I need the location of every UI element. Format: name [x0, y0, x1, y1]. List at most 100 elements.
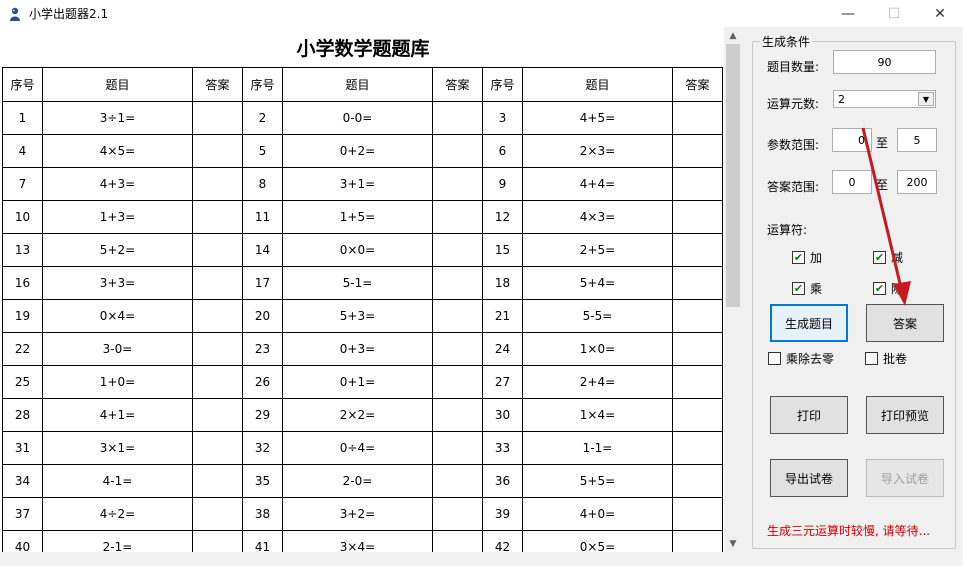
answer-cell[interactable]: [432, 464, 483, 498]
answer-cell[interactable]: [192, 398, 243, 432]
answer-min-input[interactable]: 0: [832, 170, 872, 194]
import-button[interactable]: 导入试卷: [866, 459, 944, 497]
question-cell: 2×2=: [282, 398, 433, 432]
answer-cell[interactable]: [192, 497, 243, 531]
scroll-down-icon[interactable]: ▼: [724, 535, 742, 552]
number-cell: 8: [242, 167, 283, 201]
answer-cell[interactable]: [192, 299, 243, 333]
answer-cell[interactable]: [192, 101, 243, 135]
answer-cell[interactable]: [192, 464, 243, 498]
answer-max-input[interactable]: 200: [897, 170, 937, 194]
answer-cell[interactable]: [672, 200, 723, 234]
maximize-button[interactable]: ☐: [871, 0, 917, 27]
export-button[interactable]: 导出试卷: [770, 459, 848, 497]
answer-cell[interactable]: [672, 266, 723, 300]
control-panel: 生成条件 题目数量: 90 运算元数: 2 ▼ 参数范围: 0 至 5 答案范围…: [742, 27, 963, 552]
number-cell: 29: [242, 398, 283, 432]
generate-button[interactable]: 生成题目: [770, 304, 848, 342]
number-cell: 40: [2, 530, 43, 552]
question-cell: 4+5=: [522, 101, 673, 135]
answer-cell[interactable]: [192, 200, 243, 234]
answer-cell[interactable]: [192, 431, 243, 465]
minimize-button[interactable]: —: [825, 0, 871, 27]
answer-cell[interactable]: [672, 398, 723, 432]
answer-cell[interactable]: [672, 167, 723, 201]
table-row: 37 4÷2= 38 3+2= 39 4+0=: [2, 497, 723, 531]
answer-cell[interactable]: [192, 332, 243, 366]
answer-cell[interactable]: [432, 431, 483, 465]
checkbox-empty-icon: [768, 352, 781, 365]
answer-range-label: 答案范围:: [767, 180, 820, 194]
question-cell: 0+2=: [282, 134, 433, 168]
op-mul-checkbox[interactable]: ✔ 乘: [792, 280, 822, 297]
chevron-down-icon[interactable]: ▼: [918, 92, 934, 106]
answer-cell[interactable]: [432, 134, 483, 168]
answer-cell[interactable]: [672, 134, 723, 168]
answer-cell[interactable]: [672, 233, 723, 267]
table-row: 40 2-1= 41 3×4= 42 0×5=: [2, 530, 723, 552]
op-sub-checkbox[interactable]: ✔ 减: [873, 249, 903, 266]
answer-cell[interactable]: [432, 497, 483, 531]
number-cell: 14: [242, 233, 283, 267]
answer-cell[interactable]: [432, 200, 483, 234]
nozero-checkbox[interactable]: 乘除去零: [768, 350, 834, 367]
answer-cell[interactable]: [672, 431, 723, 465]
print-button[interactable]: 打印: [770, 396, 848, 434]
number-cell: 11: [242, 200, 283, 234]
answer-cell[interactable]: [432, 266, 483, 300]
scroll-thumb[interactable]: [726, 44, 740, 307]
answer-cell[interactable]: [672, 530, 723, 552]
table-row: 19 0×4= 20 5+3= 21 5-5=: [2, 299, 723, 333]
answer-cell[interactable]: [672, 299, 723, 333]
scroll-up-icon[interactable]: ▲: [724, 27, 742, 44]
grade-checkbox[interactable]: 批卷: [865, 350, 907, 367]
answer-cell[interactable]: [192, 233, 243, 267]
answer-cell[interactable]: [672, 365, 723, 399]
table-row: 28 4+1= 29 2×2= 30 1×4=: [2, 398, 723, 432]
answer-cell[interactable]: [672, 497, 723, 531]
answer-button[interactable]: 答案: [866, 304, 944, 342]
number-cell: 7: [2, 167, 43, 201]
number-cell: 26: [242, 365, 283, 399]
question-cell: 1+3=: [42, 200, 193, 234]
check-icon: ✔: [873, 282, 886, 295]
op-div-checkbox[interactable]: ✔ 除: [873, 280, 903, 297]
column-header: 题目: [282, 67, 433, 102]
window-bottom-edge: [0, 552, 963, 566]
number-cell: 2: [242, 101, 283, 135]
answer-cell[interactable]: [432, 167, 483, 201]
answer-cell[interactable]: [672, 464, 723, 498]
answer-cell[interactable]: [432, 299, 483, 333]
table-row: 10 1+3= 11 1+5= 12 4×3=: [2, 200, 723, 234]
number-cell: 12: [482, 200, 523, 234]
answer-cell[interactable]: [432, 530, 483, 552]
table-header-row: 序号 题目 答案 序号 题目 答案 序号 题目 答案: [2, 67, 723, 102]
check-icon: ✔: [792, 282, 805, 295]
answer-cell[interactable]: [192, 134, 243, 168]
answer-cell[interactable]: [432, 233, 483, 267]
print-preview-button[interactable]: 打印预览: [866, 396, 944, 434]
question-cell: 3+3=: [42, 266, 193, 300]
count-input[interactable]: 90: [833, 50, 936, 74]
answer-cell[interactable]: [672, 101, 723, 135]
op-add-checkbox[interactable]: ✔ 加: [792, 249, 822, 266]
elements-select[interactable]: 2 ▼: [833, 90, 936, 108]
column-header: 题目: [42, 67, 193, 102]
answer-cell[interactable]: [192, 530, 243, 552]
number-cell: 41: [242, 530, 283, 552]
param-min-input[interactable]: 0: [832, 128, 872, 152]
answer-cell[interactable]: [432, 101, 483, 135]
answer-cell[interactable]: [432, 398, 483, 432]
answer-cell[interactable]: [192, 266, 243, 300]
answer-cell[interactable]: [432, 332, 483, 366]
answer-cell[interactable]: [432, 365, 483, 399]
close-button[interactable]: ✕: [917, 0, 963, 27]
param-max-input[interactable]: 5: [897, 128, 937, 152]
vertical-scrollbar[interactable]: ▲ ▼: [724, 27, 742, 552]
question-cell: 1-1=: [522, 431, 673, 465]
answer-cell[interactable]: [192, 365, 243, 399]
answer-cell[interactable]: [192, 167, 243, 201]
answer-cell[interactable]: [672, 332, 723, 366]
column-header: 答案: [432, 67, 483, 102]
number-cell: 42: [482, 530, 523, 552]
